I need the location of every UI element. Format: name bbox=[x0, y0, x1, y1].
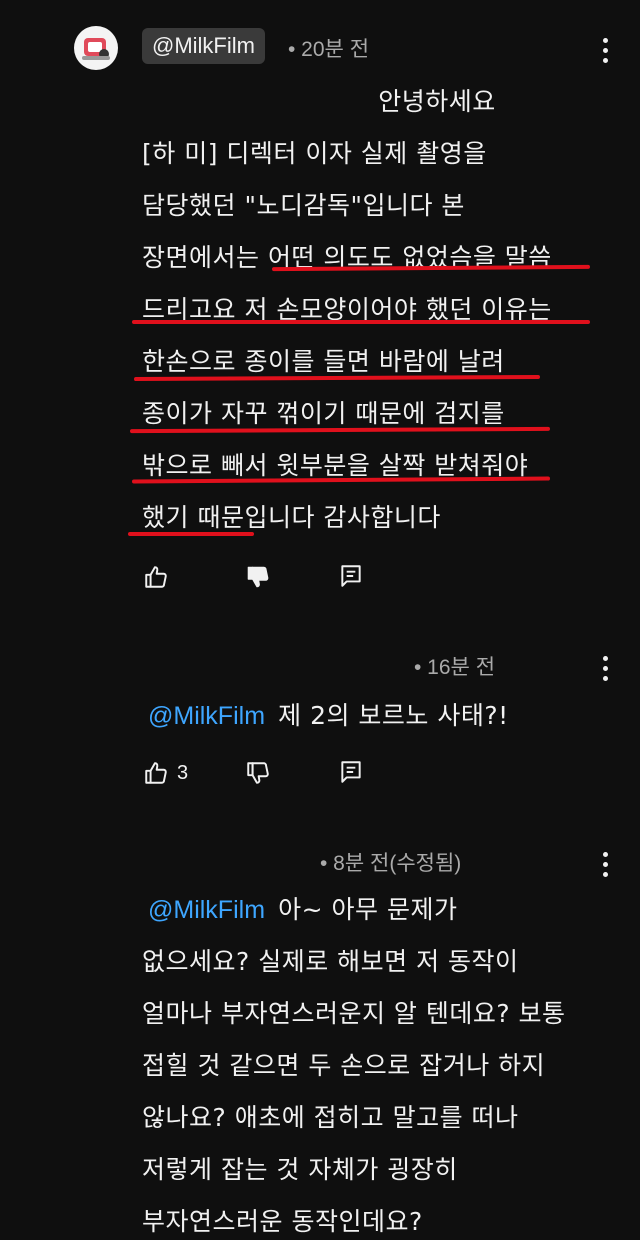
like-count: 3 bbox=[177, 762, 189, 784]
avatar[interactable] bbox=[74, 26, 118, 70]
thumbs-up-icon[interactable] bbox=[143, 760, 169, 786]
reply-line: 저렇게 잡는 것 자체가 굉장히 bbox=[142, 1155, 458, 1184]
reply-timestamp: • 16분 전 bbox=[414, 656, 496, 679]
red-underline-mark bbox=[129, 426, 551, 434]
reply-line: 부자연스러운 동작인데요? bbox=[142, 1207, 423, 1236]
mention-link[interactable]: @MilkFilm bbox=[148, 702, 265, 730]
reply-timestamp: • 8분 전(수정됨) bbox=[320, 852, 462, 875]
reply-line: 않나요? 애초에 접히고 말고를 떠나 bbox=[142, 1103, 519, 1132]
more-vert-icon[interactable] bbox=[601, 38, 609, 68]
comment-line: 안녕하세요 bbox=[378, 87, 496, 116]
reply-icon[interactable] bbox=[338, 563, 364, 589]
mention-link[interactable]: @MilkFilm bbox=[148, 896, 265, 924]
comment-line: 했기 때문입니다 감사합니다 bbox=[142, 503, 441, 532]
reply-line: 없으세요? 실제로 해보면 저 동작이 bbox=[142, 947, 519, 976]
comment-line: [하 미] 디렉터 이자 실제 촬영을 bbox=[142, 139, 487, 168]
reply-line: 얼마나 부자연스러운지 알 텐데요? 보통 bbox=[142, 999, 566, 1028]
reply-line: 접힐 것 같으면 두 손으로 잡거나 하지 bbox=[142, 1051, 546, 1080]
red-underline-mark bbox=[128, 532, 254, 536]
comment-timestamp: • 20분 전 bbox=[288, 38, 370, 61]
comment-line: 담당했던 "노디감독"입니다 본 bbox=[142, 191, 465, 220]
comment-line: 한손으로 종이를 들면 바람에 날려 bbox=[142, 347, 505, 376]
reply-text: 아~ 아무 문제가 bbox=[278, 895, 458, 924]
comment-line: 종이가 자꾸 꺾이기 때문에 검지를 bbox=[142, 399, 505, 428]
reply-icon[interactable] bbox=[338, 759, 364, 785]
reply-text: 제 2의 보르노 사태?! bbox=[278, 701, 509, 730]
reply-body: @MilkFilm 제 2의 보르노 사태?! bbox=[148, 696, 509, 732]
red-underline-mark bbox=[133, 374, 541, 382]
thumbs-down-icon[interactable] bbox=[245, 564, 271, 590]
more-vert-icon[interactable] bbox=[601, 656, 609, 686]
red-underline-mark bbox=[132, 320, 590, 324]
more-vert-icon[interactable] bbox=[601, 852, 609, 882]
thumbs-up-icon[interactable] bbox=[143, 564, 169, 590]
reply-body-first-line: @MilkFilm 아~ 아무 문제가 bbox=[148, 890, 457, 926]
thumbs-down-icon[interactable] bbox=[245, 760, 271, 786]
author-handle-chip[interactable]: @MilkFilm bbox=[142, 28, 265, 64]
